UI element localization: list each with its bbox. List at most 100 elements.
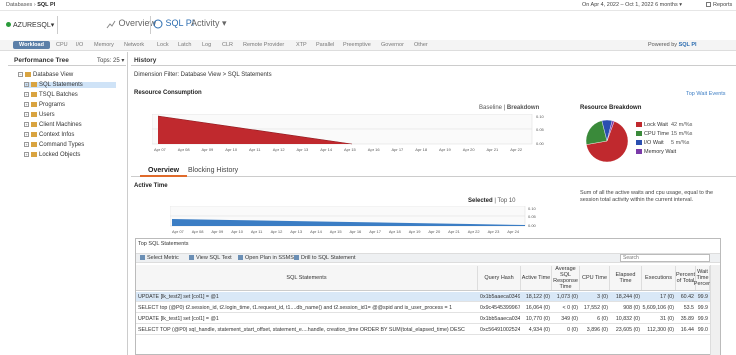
table-cell: 53.5 (683, 305, 694, 311)
category-tab[interactable]: Other (414, 42, 428, 48)
breakdown-link[interactable]: Breakdown (507, 105, 539, 111)
expand-icon[interactable]: + (24, 152, 29, 157)
table-cell: 908 (0) (623, 305, 640, 311)
selected-top-toggle[interactable]: Selected | Top 10 (468, 198, 516, 204)
baseline-breakdown-toggle[interactable]: Baseline | Breakdown (479, 105, 539, 111)
column-header[interactable]: Average SQL Response Time (552, 266, 580, 290)
tree-item-sql-statements[interactable]: + SQL Statements (24, 82, 116, 89)
breadcrumb: Databases › SQL PI (6, 2, 55, 8)
selected-link[interactable]: Selected (468, 198, 493, 204)
table-cell: 3 (0) (597, 294, 608, 300)
expand-icon[interactable]: + (24, 82, 29, 87)
reports-link[interactable]: Reports (706, 2, 732, 8)
column-header[interactable]: CPU Time (580, 266, 610, 290)
category-tab[interactable]: Preemptive (343, 42, 371, 48)
category-tab[interactable]: XTP (296, 42, 307, 48)
folder-icon (31, 122, 37, 127)
category-tab[interactable]: Memory (94, 42, 114, 48)
table-cell: UPDATE [lk_test1] set [col1] = @1 (138, 316, 219, 322)
column-header[interactable]: Query Hash (478, 266, 521, 290)
category-tab[interactable]: Parallel (316, 42, 334, 48)
category-tab[interactable]: I/O (76, 42, 83, 48)
tree-item-database-view[interactable]: − Database View (18, 72, 73, 78)
table-cell: 0xc56491002524374a (480, 327, 520, 333)
expand-icon[interactable]: + (24, 122, 29, 127)
expand-icon[interactable]: + (24, 142, 29, 147)
tree-item-label: Database View (33, 72, 74, 79)
category-tab[interactable]: CLR (222, 42, 233, 48)
resource-consumption-title: Resource Consumption (134, 90, 202, 96)
x-tick-label: Apr 08 (178, 147, 191, 152)
column-header[interactable]: Executions (642, 266, 676, 290)
category-tab[interactable]: Remote Provider (243, 42, 284, 48)
tab-blocking-history[interactable]: Blocking History (180, 166, 246, 175)
server-selector[interactable]: AZURESQL▾ (6, 21, 54, 29)
category-tab[interactable]: Log (202, 42, 211, 48)
column-header[interactable]: Wait Time Percen (694, 266, 711, 290)
sqlpi-icon (153, 19, 163, 29)
active-time-description: Sum of all the active waits and cpu usag… (580, 190, 713, 203)
top-link[interactable]: Top 10 (497, 198, 515, 204)
nav-activity-tab[interactable]: Activity ▾ (191, 18, 227, 29)
view-sql-text-button[interactable]: View SQL Text (189, 255, 232, 261)
category-tab[interactable]: Network (124, 42, 144, 48)
collapse-icon[interactable]: − (18, 72, 23, 77)
resource-breakdown-pie (585, 119, 629, 163)
tree-item-label: Users (39, 112, 55, 119)
column-header[interactable]: Elapsed Time (610, 266, 642, 290)
legend-swatch (636, 122, 642, 128)
drill-to-sql-button[interactable]: Drill to SQL Statement (294, 255, 356, 261)
table-cell: 18,244 (0) (615, 294, 640, 300)
table-cell: SELECT top (@P0) t2.session_id, t2.login… (138, 305, 453, 311)
panel-divider (8, 65, 126, 66)
table-scrollbar[interactable] (710, 265, 720, 355)
tree-item-context-infos[interactable]: + Context Infos (24, 132, 74, 138)
table-cell: 10,832 (0) (615, 316, 640, 322)
folder-icon (31, 102, 37, 107)
tree-item-locked-objects[interactable]: + Locked Objects (24, 152, 80, 158)
y-tick-label: 0.05 (528, 214, 537, 219)
search-input[interactable]: Search (620, 254, 710, 262)
tree-item-label: Locked Objects (39, 152, 81, 159)
history-divider (131, 65, 736, 66)
table-cell: 0x1bb5aaeca03491fbb (480, 316, 520, 322)
table-cell: 4,934 (0) (528, 327, 550, 333)
category-tab[interactable]: Latch (178, 42, 191, 48)
date-range-picker[interactable]: On Apr 4, 2022 – Oct 1, 2022 6 months ▾ (582, 2, 682, 8)
nav-sqlpi-tab[interactable]: SQL PI (153, 18, 194, 29)
category-tab[interactable]: CPU (56, 42, 68, 48)
powered-by-brand: SQL PI (678, 42, 697, 48)
nav-overview-tab[interactable]: Overview (106, 18, 156, 29)
view-sql-label: View SQL Text (196, 255, 232, 261)
legend-item-cpu-time: CPU Time 15 m/%s (636, 131, 692, 137)
expand-icon[interactable]: + (24, 132, 29, 137)
select-metric-button[interactable]: Select Metric (140, 255, 179, 261)
expand-icon[interactable]: + (24, 92, 29, 97)
column-header[interactable]: Active Time (521, 266, 552, 290)
x-tick-label: Apr 07 (172, 229, 185, 234)
category-tab[interactable]: Lock (157, 42, 169, 48)
folder-icon (31, 82, 37, 87)
expand-icon[interactable]: + (24, 112, 29, 117)
tops-selector[interactable]: Tops: 25 ▾ (97, 57, 124, 64)
chart-x-axis: Apr 07 Apr 08 Apr 09 Apr 10 Apr 11 Apr 12 Apr … (172, 229, 520, 234)
table-cell: 23,605 (0) (615, 327, 640, 333)
tree-item-programs[interactable]: + Programs (24, 102, 65, 108)
column-header[interactable]: SQL Statements (136, 266, 478, 290)
category-tab[interactable]: Workload (13, 40, 50, 49)
tree-item-tsql-batches[interactable]: + TSQL Batches (24, 92, 78, 98)
tree-item-client-machines[interactable]: + Client Machines (24, 122, 82, 128)
x-tick-label: Apr 24 (507, 229, 520, 234)
tree-item-users[interactable]: + Users (24, 112, 55, 118)
table-cell: 6 (0) (597, 316, 608, 322)
baseline-link[interactable]: Baseline (479, 105, 502, 111)
table-cell: < 0 (0) (562, 305, 578, 311)
open-plan-ssms-button[interactable]: Open Plan in SSMS (238, 255, 294, 261)
tree-item-command-types[interactable]: + Command Types (24, 142, 84, 148)
top-wait-events-link[interactable]: Top Wait Events (686, 91, 726, 97)
x-tick-label: Apr 13 (290, 229, 303, 234)
breadcrumb-databases[interactable]: Databases (6, 2, 32, 8)
category-tab[interactable]: Governor (381, 42, 404, 48)
legend-value: 15 m/%s (671, 131, 693, 137)
expand-icon[interactable]: + (24, 102, 29, 107)
